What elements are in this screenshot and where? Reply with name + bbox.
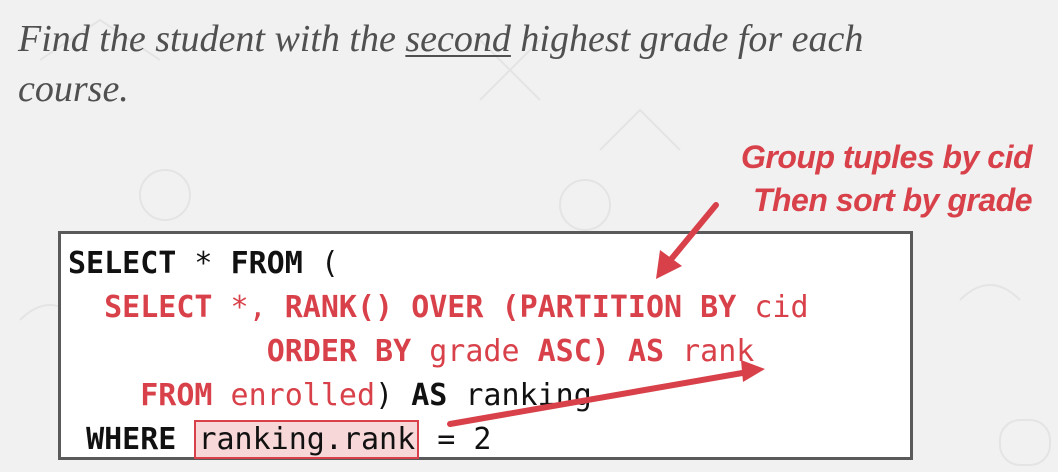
kw-partition-by: PARTITION BY	[519, 290, 737, 325]
callout-line-2: Then sort by grade	[752, 182, 1033, 218]
sql-code: SELECT * FROM ( SELECT *, RANK() OVER (P…	[68, 242, 809, 462]
kw-where: WHERE	[86, 422, 177, 457]
code-star-comma: *,	[212, 290, 285, 325]
title-emphasis-second: second	[405, 18, 511, 60]
kw-over: OVER	[411, 290, 484, 325]
kw-as-ranking: AS	[411, 378, 448, 413]
code-line-2: SELECT *, RANK() OVER (PARTITION BY cid	[68, 286, 809, 330]
code-open-paren: (	[302, 246, 339, 281]
code-close-paren: )	[375, 378, 412, 413]
page-title: Find the student with the second highest…	[18, 14, 978, 114]
code-line-5: WHERE ranking.rank = 2	[68, 418, 809, 462]
kw-as-rank: AS	[627, 334, 665, 369]
kw-from-inner: FROM	[140, 378, 213, 413]
kw-from: FROM	[230, 246, 303, 281]
code-equals-2: = 2	[419, 422, 492, 457]
kw-asc: ASC)	[537, 334, 610, 369]
kw-order-by: ORDER BY	[266, 334, 412, 369]
highlight-ranking-rank: ranking.rank	[194, 420, 420, 459]
kw-select-inner: SELECT	[104, 290, 213, 325]
code-col-grade: grade	[411, 334, 538, 369]
sql-code-box: SELECT * FROM ( SELECT *, RANK() OVER (P…	[58, 231, 913, 460]
code-col-cid: cid	[736, 290, 809, 325]
code-over-paren: (	[483, 290, 520, 325]
callout-annotation: Group tuples by cid Then sort by grade	[741, 136, 1032, 222]
callout-line-1: Group tuples by cid	[741, 139, 1032, 175]
code-line-3: ORDER BY grade ASC) AS rank	[68, 330, 809, 374]
kw-select: SELECT	[68, 246, 177, 281]
code-line-4: FROM enrolled) AS ranking	[68, 374, 809, 418]
kw-rank: RANK()	[284, 290, 394, 325]
title-text-before: Find the student with the	[18, 18, 406, 60]
code-line-1: SELECT * FROM (	[68, 242, 809, 286]
code-table-enrolled: enrolled	[212, 378, 376, 413]
code-alias-rank: rank	[664, 334, 755, 369]
code-star: *	[176, 246, 231, 281]
code-alias-ranking: ranking	[447, 378, 592, 413]
